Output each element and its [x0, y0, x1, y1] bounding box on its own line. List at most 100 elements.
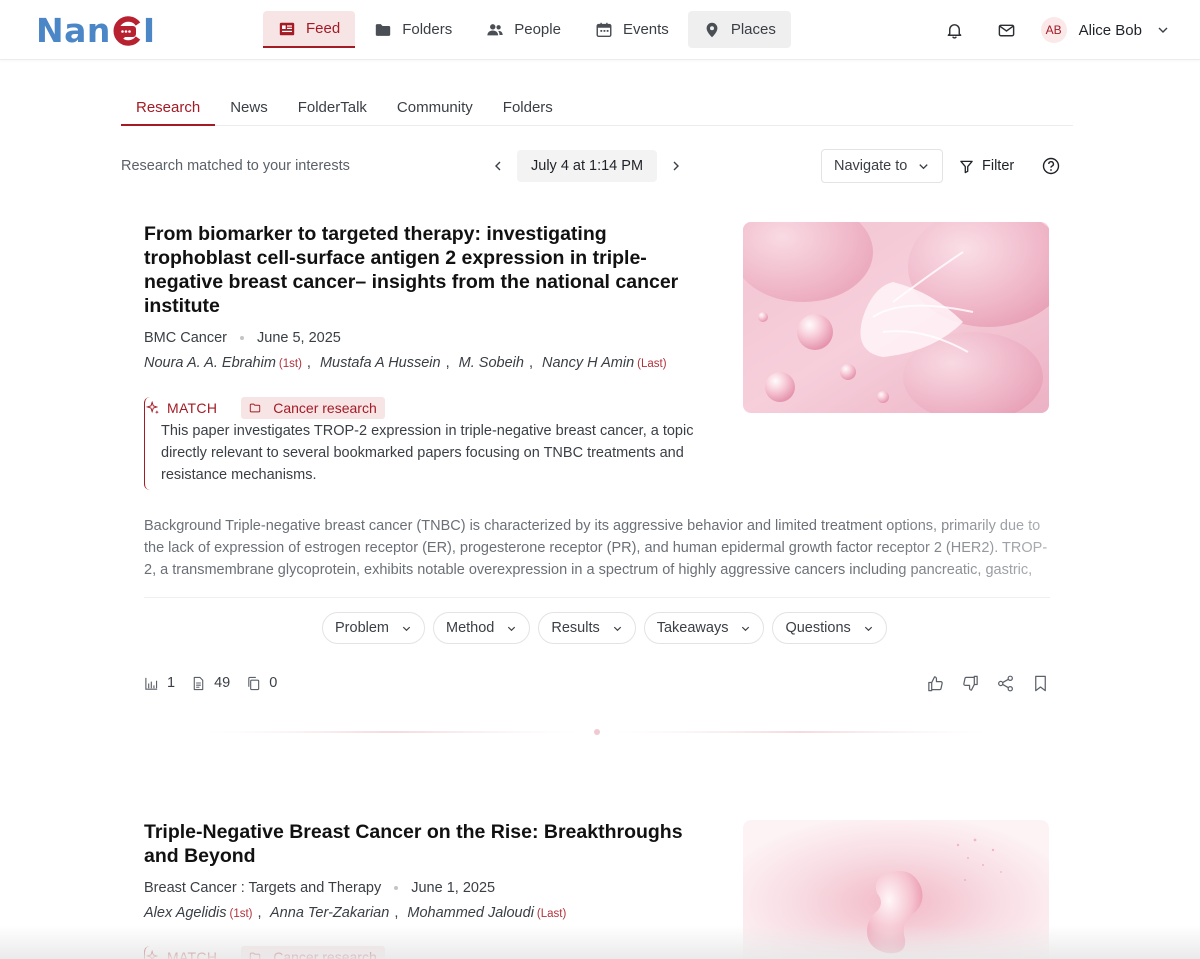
folder-tag[interactable]: Cancer research [241, 946, 385, 959]
feed-subtabs: Research News FolderTalk Community Folde… [121, 88, 1073, 126]
chevron-down-icon [402, 626, 411, 631]
article-thumbnail[interactable] [743, 820, 1049, 959]
copy-count: 0 [246, 675, 277, 691]
match-panel: MATCH Cancer research [144, 946, 704, 959]
page-count: 49 [191, 675, 230, 691]
nav-places-label: Places [730, 21, 776, 38]
journal-name[interactable]: Breast Cancer : Targets and Therapy [144, 880, 381, 896]
article-thumbnail[interactable] [743, 222, 1049, 413]
share-icon[interactable] [996, 674, 1015, 693]
section-label: Method [446, 620, 495, 636]
logo-text-left: Nan [36, 10, 111, 50]
article-card: From biomarker to targeted therapy: inve… [144, 222, 1050, 742]
article-abstract[interactable]: Background Triple-negative breast cancer… [144, 515, 1050, 581]
nav-folders[interactable]: Folders [359, 11, 467, 48]
match-explanation: This paper investigates TROP-2 expressio… [161, 423, 694, 483]
match-header: MATCH Cancer research [146, 397, 704, 419]
current-date[interactable]: July 4 at 1:14 PM [517, 150, 658, 182]
nav-places[interactable]: Places [687, 11, 791, 48]
filter-button[interactable]: Filter [959, 150, 1014, 182]
main-nav: Feed Folders People Events Places [263, 11, 791, 48]
chevron-down-icon [742, 626, 750, 631]
thumbs-up-icon[interactable] [926, 674, 945, 693]
tab-folders[interactable]: Folders [488, 88, 568, 126]
section-label: Problem [335, 620, 389, 636]
section-results-button[interactable]: Results [538, 612, 636, 644]
chart-count: 1 [144, 675, 175, 691]
folder-icon [250, 403, 261, 413]
article-title[interactable]: Triple-Negative Breast Cancer on the Ris… [144, 820, 704, 868]
author-list: Noura A. A. Ebrahim (1st), Mustafa A Huss… [144, 355, 667, 371]
tab-foldertalk[interactable]: FolderTalk [283, 88, 382, 126]
notifications-button[interactable] [937, 12, 973, 48]
chat-bubble-logo-icon [112, 15, 142, 46]
author-role: (Last) [536, 908, 567, 920]
bookmark-icon[interactable] [1031, 674, 1050, 693]
map-pin-icon [706, 22, 718, 37]
section-problem-button[interactable]: Problem [322, 612, 425, 644]
author-name[interactable]: Nancy H Amin [542, 355, 634, 371]
thumbs-down-icon[interactable] [961, 674, 980, 693]
author-name[interactable]: M. Sobeih [459, 355, 524, 371]
tab-research[interactable]: Research [121, 88, 216, 126]
author-name[interactable]: Anna Ter-Zakarian [270, 905, 389, 921]
article-actions [926, 674, 1050, 693]
tab-news[interactable]: News [215, 88, 283, 126]
section-method-button[interactable]: Method [433, 612, 531, 644]
section-label: Results [551, 620, 600, 636]
navigate-to-dropdown[interactable]: Navigate to [821, 149, 944, 183]
article-card: Triple-Negative Breast Cancer on the Ris… [144, 820, 1050, 959]
help-icon[interactable] [1041, 156, 1061, 176]
chevron-right-icon [673, 161, 680, 171]
document-icon [193, 676, 204, 690]
folder-tag[interactable]: Cancer research [241, 397, 385, 419]
author-role: (1st) [278, 358, 302, 370]
author-name[interactable]: Mustafa A Hussein [320, 355, 441, 371]
chevron-down-icon [864, 626, 872, 631]
feed-hint: Research matched to your interests [121, 158, 350, 174]
nav-feed[interactable]: Feed [263, 11, 356, 48]
messages-button[interactable] [989, 12, 1025, 48]
match-header: MATCH Cancer research [146, 946, 704, 959]
chevron-down-icon [919, 163, 929, 169]
nav-events[interactable]: Events [580, 11, 684, 48]
top-navbar: Nan I Feed Folders People Events Places … [0, 0, 1200, 60]
top-right-tools: AB Alice Bob [937, 12, 1170, 48]
author-list: Alex Agelidis (1st), Anna Ter-Zakarian, M… [144, 905, 567, 921]
next-date-button[interactable] [661, 150, 691, 182]
nav-folders-label: Folders [402, 21, 453, 38]
journal-name[interactable]: BMC Cancer [144, 330, 227, 346]
navigate-to-label: Navigate to [834, 158, 908, 174]
app-logo[interactable]: Nan I [36, 10, 156, 50]
author-name[interactable]: Noura A. A. Ebrahim [144, 355, 276, 371]
summary-sections: Problem Method Results Takeaways Questio… [322, 612, 887, 644]
meta-separator [240, 336, 244, 340]
date-navigator: July 4 at 1:14 PM [483, 150, 691, 182]
bar-chart-icon [145, 677, 158, 690]
tab-community[interactable]: Community [382, 88, 488, 126]
meta-separator [394, 886, 399, 890]
section-questions-button[interactable]: Questions [772, 612, 887, 644]
user-menu[interactable]: AB Alice Bob [1040, 17, 1170, 43]
page-count-value: 49 [214, 675, 231, 691]
nav-feed-label: Feed [306, 20, 341, 37]
article-title[interactable]: From biomarker to targeted therapy: inve… [144, 222, 704, 318]
chart-count-value: 1 [167, 675, 176, 691]
section-takeaways-button[interactable]: Takeaways [643, 612, 765, 644]
nav-events-label: Events [622, 21, 669, 38]
folder-tag-label: Cancer research [273, 400, 377, 416]
match-label: MATCH [167, 949, 218, 959]
filter-label: Filter [982, 158, 1015, 174]
avatar: AB [1040, 17, 1067, 43]
feed-controls: Research matched to your interests July … [121, 149, 1073, 183]
nav-people[interactable]: People [471, 11, 576, 48]
section-label: Questions [785, 620, 851, 636]
match-label: MATCH [167, 400, 218, 416]
calendar-icon [596, 22, 612, 37]
sparkle-icon [146, 950, 159, 959]
previous-date-button[interactable] [483, 150, 513, 182]
author-name[interactable]: Mohammed Jaloudi [407, 905, 534, 921]
author-name[interactable]: Alex Agelidis [144, 905, 226, 921]
chevron-down-icon [1158, 27, 1168, 33]
mail-icon [998, 24, 1015, 36]
